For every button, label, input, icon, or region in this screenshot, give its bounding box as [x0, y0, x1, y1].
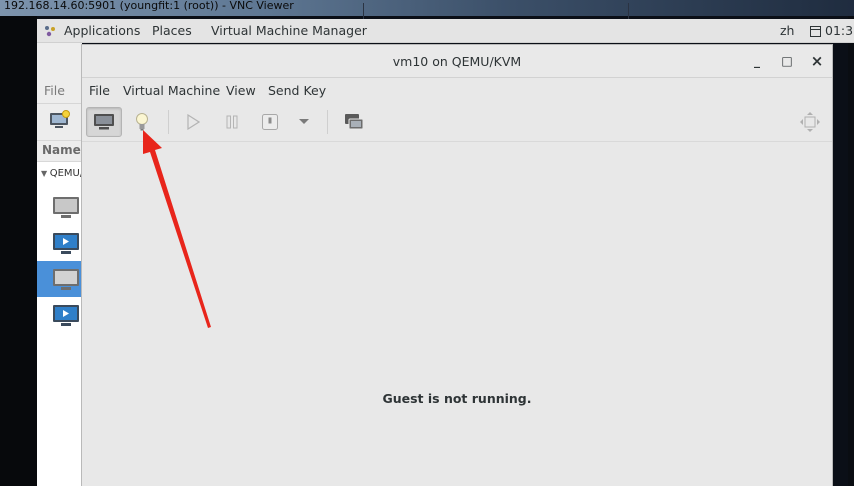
- bg-menu-divider: [37, 103, 82, 104]
- toolbar: [82, 102, 832, 142]
- desktop-edge-right: [848, 16, 854, 486]
- new-vm-icon[interactable]: [49, 110, 71, 130]
- vm-running-icon: [53, 233, 79, 254]
- vm-row[interactable]: [37, 189, 82, 225]
- snapshots-icon: [345, 114, 364, 130]
- play-icon: [187, 114, 200, 130]
- vm-stopped-icon: [53, 269, 79, 290]
- vm-list: ▼ QEMU/KVM: [37, 162, 105, 486]
- menu-view[interactable]: View: [226, 83, 256, 98]
- window-titlebar[interactable]: vm10 on QEMU/KVM _ □ ×: [82, 45, 832, 78]
- shutdown-button[interactable]: [252, 107, 288, 137]
- maximize-button[interactable]: □: [779, 53, 795, 69]
- window-title: vm10 on QEMU/KVM: [392, 54, 522, 69]
- snapshots-button[interactable]: [336, 107, 372, 137]
- console-button[interactable]: [86, 107, 122, 137]
- close-button[interactable]: ×: [809, 53, 825, 69]
- menubar: File Virtual Machine View Send Key: [82, 78, 832, 102]
- console-area[interactable]: Guest is not running.: [82, 143, 832, 486]
- calendar-icon: [810, 26, 821, 37]
- fullscreen-icon: [800, 112, 820, 132]
- minimize-button[interactable]: _: [749, 53, 765, 69]
- bg-menu-file[interactable]: File: [44, 83, 65, 98]
- menu-virtual-machine[interactable]: Virtual Machine: [123, 83, 220, 98]
- lightbulb-icon: [136, 113, 148, 131]
- vm-row-selected[interactable]: [37, 261, 82, 297]
- shutdown-menu-button[interactable]: [289, 107, 319, 137]
- details-button[interactable]: [124, 107, 160, 137]
- pause-icon: [226, 115, 238, 129]
- desktop-edge-left: [0, 16, 37, 486]
- vm-running-icon: [53, 305, 79, 326]
- column-name: Name: [42, 143, 81, 157]
- applications-icon: [45, 26, 55, 37]
- clock[interactable]: 01:37: [825, 23, 854, 38]
- toolbar-separator: [168, 110, 169, 134]
- pause-button[interactable]: [214, 107, 250, 137]
- vm-list-header[interactable]: Name: [37, 140, 82, 162]
- vm-manager-window: File Name ▼ QEMU/KVM: [37, 43, 105, 486]
- vm-stopped-icon: [53, 197, 79, 218]
- vm-console-window: vm10 on QEMU/KVM _ □ × File Virtual Mach…: [81, 44, 833, 486]
- power-icon: [262, 114, 278, 130]
- vnc-title: 192.168.14.60:5901 (youngfit:1 (root)) -…: [4, 0, 294, 12]
- toolbar-separator: [327, 110, 328, 134]
- input-method-indicator[interactable]: zh: [780, 23, 794, 38]
- applications-menu[interactable]: Applications: [64, 23, 140, 38]
- vm-row[interactable]: [37, 225, 82, 261]
- chevron-down-icon: [299, 119, 309, 124]
- guest-status-message: Guest is not running.: [382, 391, 532, 406]
- menu-file[interactable]: File: [89, 83, 110, 98]
- fullscreen-button[interactable]: [792, 107, 828, 137]
- expander-icon: ▼: [41, 169, 50, 178]
- vm-row[interactable]: [37, 297, 82, 333]
- gnome-top-bar: Applications Places Virtual Machine Mana…: [37, 19, 854, 43]
- monitor-icon: [94, 114, 114, 130]
- menu-send-key[interactable]: Send Key: [268, 83, 326, 98]
- active-app-menu[interactable]: Virtual Machine Manager: [211, 23, 367, 38]
- places-menu[interactable]: Places: [152, 23, 192, 38]
- run-button[interactable]: [175, 107, 211, 137]
